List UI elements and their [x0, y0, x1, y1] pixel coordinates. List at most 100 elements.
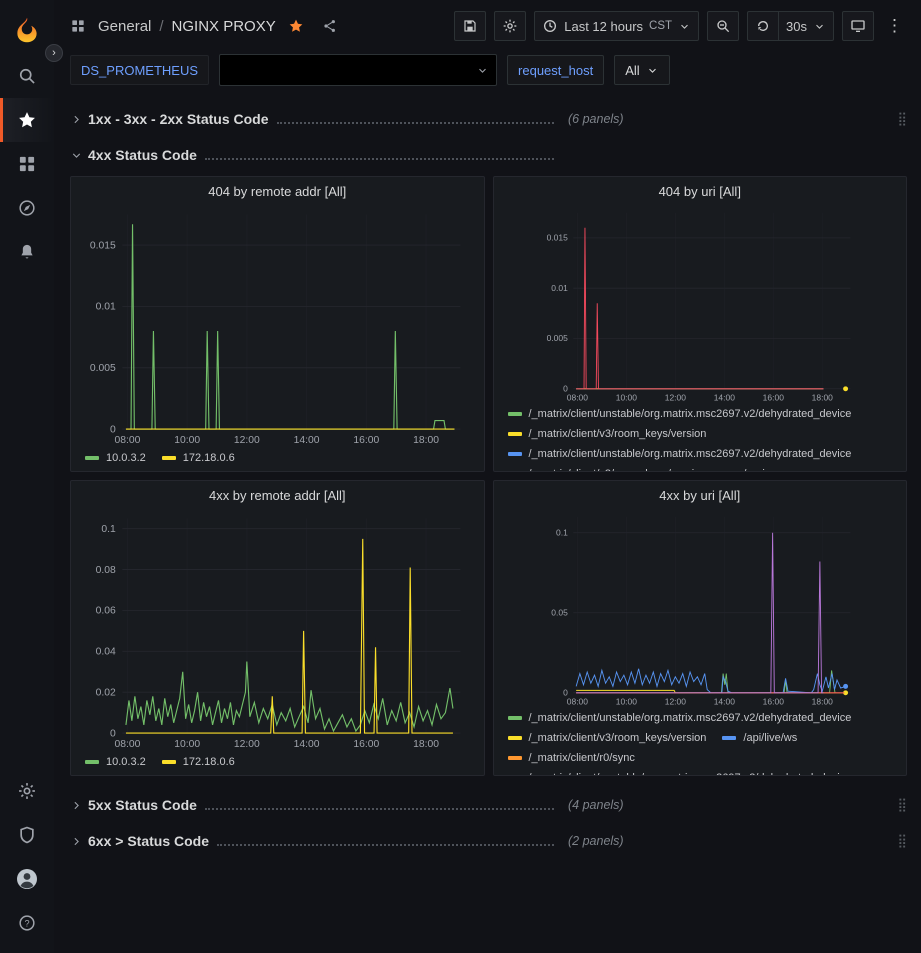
- legend: 10.0.3.2 172.18.0.6: [71, 448, 484, 471]
- legend-item[interactable]: /_matrix/client/unstable/org.matrix.msc2…: [508, 710, 852, 726]
- svg-text:0: 0: [110, 728, 116, 739]
- legend-label: /_matrix/client/unstable/org.matrix.msc2…: [529, 446, 852, 462]
- legend-swatch: [85, 456, 99, 460]
- legend-item[interactable]: 172.18.0.6: [162, 754, 235, 770]
- legend-label: /_matrix/client/unstable/org.matrix.msc2…: [529, 406, 852, 422]
- tv-mode-button[interactable]: [842, 11, 874, 41]
- request-host-variable-label[interactable]: request_host: [507, 55, 604, 85]
- bell-icon: [17, 242, 37, 262]
- legend-label: 10.0.3.2: [106, 754, 146, 770]
- legend-item[interactable]: /_matrix/client/unstable/org.matrix.msc2…: [508, 406, 852, 422]
- refresh-interval-picker[interactable]: 30s: [778, 11, 834, 41]
- svg-text:10:00: 10:00: [174, 739, 200, 750]
- more-options-button[interactable]: ⋮: [882, 16, 907, 36]
- datasource-variable-label[interactable]: DS_PROMETHEUS: [70, 55, 209, 85]
- svg-text:10:00: 10:00: [615, 696, 637, 706]
- datasource-select[interactable]: [219, 54, 497, 86]
- svg-text:10:00: 10:00: [174, 435, 200, 446]
- svg-text:0.06: 0.06: [96, 606, 116, 617]
- breadcrumb-folder[interactable]: General: [98, 18, 151, 35]
- save-dashboard-button[interactable]: [454, 11, 486, 41]
- grafana-flame-icon: [13, 16, 41, 44]
- row-title: 4xx Status Code: [88, 147, 197, 163]
- svg-text:14:00: 14:00: [294, 435, 320, 446]
- row-4xx-status-code[interactable]: 4xx Status Code: [70, 140, 907, 170]
- svg-text:0: 0: [110, 424, 116, 435]
- drag-handle-icon[interactable]: ⣿: [897, 797, 907, 813]
- sidebar-expand-button[interactable]: ›: [45, 44, 63, 62]
- chevron-right-icon: [70, 799, 88, 812]
- sidebar-top: [0, 6, 54, 274]
- sidebar-item-help[interactable]: ?: [0, 901, 54, 945]
- drag-handle-icon[interactable]: ⣿: [897, 111, 907, 127]
- breadcrumb-dashboard-title[interactable]: NGINX PROXY: [172, 18, 276, 35]
- legend-item[interactable]: /_matrix/client/v3/room_keys/version: [508, 426, 707, 442]
- legend-item[interactable]: /_matrix/client/v3/room_keys/version: [508, 730, 707, 746]
- svg-text:0: 0: [563, 383, 568, 393]
- legend-item[interactable]: /_matrix/client/unstable/org.matrix.msc2…: [508, 446, 852, 462]
- favorite-star-icon[interactable]: [288, 18, 304, 34]
- time-range-picker[interactable]: Last 12 hours CST: [534, 11, 699, 41]
- panel-title[interactable]: 404 by remote addr [All]: [71, 177, 484, 205]
- svg-text:0.005: 0.005: [90, 363, 116, 374]
- svg-text:0.01: 0.01: [551, 283, 568, 293]
- sidebar-item-search[interactable]: [0, 54, 54, 98]
- legend-swatch: [508, 412, 522, 416]
- legend-item[interactable]: /_matrix/client/r0/sync: [508, 750, 635, 766]
- row-title: 5xx Status Code: [88, 797, 197, 813]
- svg-text:18:00: 18:00: [811, 696, 833, 706]
- legend-swatch: [508, 756, 522, 760]
- zoom-out-button[interactable]: [707, 11, 739, 41]
- svg-text:0.02: 0.02: [96, 687, 116, 698]
- sidebar-item-configuration[interactable]: [0, 769, 54, 813]
- panel-4xx-by-uri: 4xx by uri [All] 08:0010:0012:0014:0016:…: [493, 480, 908, 776]
- legend: 10.0.3.2 172.18.0.6: [71, 752, 484, 775]
- svg-text:18:00: 18:00: [811, 392, 833, 402]
- chart-4xx-by-uri[interactable]: 08:0010:0012:0014:0016:0018:0000.050.1: [494, 509, 907, 708]
- svg-text:08:00: 08:00: [114, 435, 140, 446]
- legend-swatch: [162, 760, 176, 764]
- svg-text:10:00: 10:00: [615, 392, 637, 402]
- dashboard-settings-button[interactable]: [494, 11, 526, 41]
- sidebar-bottom: ?: [0, 769, 54, 945]
- chart-4xx-by-remote-addr[interactable]: 08:0010:0012:0014:0016:0018:0000.020.040…: [71, 509, 484, 752]
- panel-title[interactable]: 4xx by uri [All]: [494, 481, 907, 509]
- drag-handle-icon[interactable]: ⣿: [897, 833, 907, 849]
- legend-swatch: [722, 736, 736, 740]
- sidebar-item-explore[interactable]: [0, 186, 54, 230]
- chart-404-by-uri[interactable]: 08:0010:0012:0014:0016:0018:0000.0050.01…: [494, 205, 907, 404]
- timezone-label: CST: [649, 20, 672, 32]
- svg-text:?: ?: [24, 918, 29, 928]
- svg-text:0.015: 0.015: [546, 233, 568, 243]
- row-6xx-status-code[interactable]: 6xx > Status Code (2 panels) ⣿: [70, 826, 907, 856]
- legend-item[interactable]: /sw.js: [722, 466, 770, 471]
- request-host-select[interactable]: All: [614, 55, 669, 85]
- legend-item[interactable]: /_matrix/client/unstable/org.matrix.msc2…: [508, 770, 852, 775]
- legend-swatch: [508, 432, 522, 436]
- legend-item[interactable]: /_matrix/client/v3/room_keys/version: [508, 466, 707, 471]
- refresh-button[interactable]: [747, 11, 778, 41]
- sidebar-item-server-admin[interactable]: [0, 813, 54, 857]
- row-5xx-status-code[interactable]: 5xx Status Code (4 panels) ⣿: [70, 790, 907, 820]
- legend-item[interactable]: 10.0.3.2: [85, 754, 146, 770]
- avatar: [15, 867, 39, 891]
- legend-item[interactable]: 10.0.3.2: [85, 450, 146, 466]
- dotted-leader: [205, 801, 554, 810]
- dotted-leader: [217, 837, 554, 846]
- main-area: General / NGINX PROXY Last 12 hours CST: [54, 0, 921, 953]
- panel-title[interactable]: 4xx by remote addr [All]: [71, 481, 484, 509]
- panel-title[interactable]: 404 by uri [All]: [494, 177, 907, 205]
- sidebar-item-dashboards[interactable]: [0, 142, 54, 186]
- row-1xx-3xx-2xx-status-code[interactable]: 1xx - 3xx - 2xx Status Code (6 panels) ⣿: [70, 104, 907, 134]
- share-icon[interactable]: [322, 18, 338, 34]
- legend-item[interactable]: /api/live/ws: [722, 730, 797, 746]
- star-icon: [17, 110, 37, 130]
- legend-label: /_matrix/client/r0/sync: [529, 750, 635, 766]
- monitor-icon: [850, 18, 866, 34]
- sidebar-item-alerting[interactable]: [0, 230, 54, 274]
- sidebar-item-starred[interactable]: [0, 98, 54, 142]
- chart-404-by-remote-addr[interactable]: 08:0010:0012:0014:0016:0018:0000.0050.01…: [71, 205, 484, 448]
- sidebar-item-profile[interactable]: [0, 857, 54, 901]
- legend-item[interactable]: 172.18.0.6: [162, 450, 235, 466]
- compass-icon: [17, 198, 37, 218]
